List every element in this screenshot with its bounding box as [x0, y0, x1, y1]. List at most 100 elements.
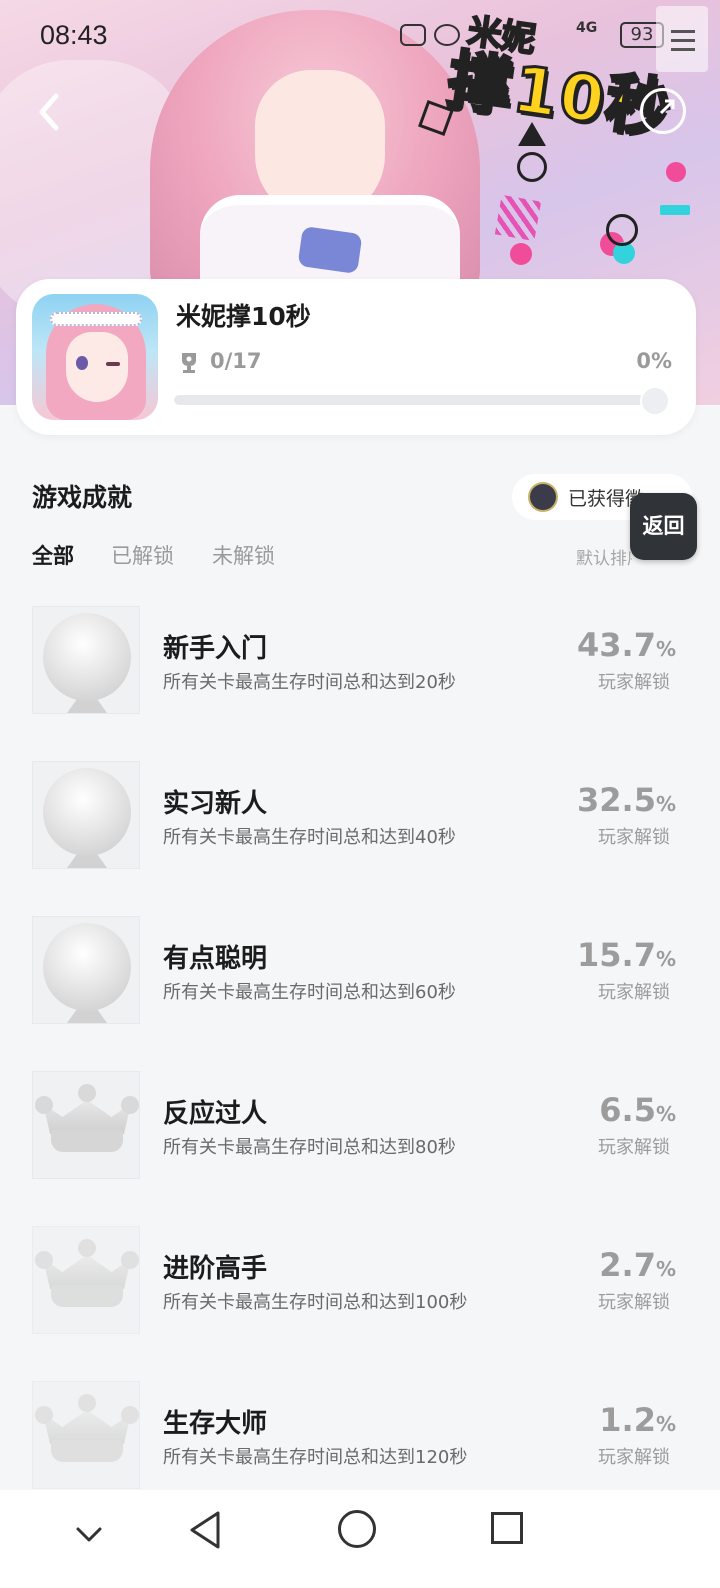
status-icons: 4G [400, 20, 650, 50]
decor-dot [666, 162, 686, 182]
achievement-percent: 1.2% [599, 1401, 676, 1439]
tab-all[interactable]: 全部 [32, 540, 74, 570]
avatar [528, 482, 558, 512]
achievement-percent: 2.7% [599, 1246, 676, 1284]
decor-ring [606, 214, 638, 246]
network-label: 4G [576, 20, 598, 36]
status-bar: 08:43 4G 93 [0, 0, 720, 70]
percent-unit: % [655, 947, 676, 971]
game-info-card: 米妮撑10秒 0/17 0% [16, 279, 696, 435]
tab-unlocked[interactable]: 已解锁 [111, 540, 174, 570]
chevron-left-icon[interactable] [34, 92, 64, 132]
achievement-percent: 15.7% [577, 936, 676, 974]
crown-body [43, 1255, 131, 1289]
achievement-title: 反应过人 [163, 1099, 268, 1129]
achievement-title: 进阶高手 [163, 1254, 268, 1284]
percent-unit: % [655, 792, 676, 816]
crown-ball [121, 1406, 139, 1424]
percent-value: 6.5 [599, 1091, 656, 1129]
crown-base [51, 1440, 123, 1462]
percent-value: 1.2 [599, 1401, 656, 1439]
system-nav-bar [0, 1490, 720, 1588]
decor-bar [660, 205, 690, 215]
achievement-desc: 所有关卡最高生存时间总和达到100秒 [163, 1292, 468, 1313]
eye-icon [434, 24, 460, 46]
medal-badge-icon [32, 916, 140, 1024]
trophy-count: 0/17 [210, 349, 262, 373]
percent-value: 2.7 [599, 1246, 656, 1284]
game-icon-eye [76, 356, 88, 370]
achievement-sub: 玩家解锁 [598, 982, 670, 1003]
achievement-title: 新手入门 [163, 634, 268, 664]
achievement-desc: 所有关卡最高生存时间总和达到120秒 [163, 1447, 468, 1468]
menu-icon-bar [671, 39, 695, 42]
game-icon-headband [50, 312, 142, 326]
link-icon [400, 24, 426, 46]
crown-ball [78, 1394, 96, 1412]
medal-disc [43, 613, 131, 701]
crown-ball [35, 1406, 53, 1424]
crown-ball [121, 1096, 139, 1114]
percent-value: 43.7 [577, 626, 656, 664]
trophy-icon [182, 353, 196, 373]
circle-home-icon[interactable] [338, 1510, 376, 1548]
crown-badge-icon [32, 1071, 140, 1179]
crown-base [51, 1130, 123, 1152]
achievement-desc: 所有关卡最高生存时间总和达到80秒 [163, 1137, 456, 1158]
banner-character-bow [297, 226, 363, 274]
crown-ball [35, 1251, 53, 1269]
floating-return-button[interactable]: 返回 [630, 493, 697, 560]
decor-stripes [494, 194, 542, 242]
crown-ball [78, 1084, 96, 1102]
achievement-sub: 玩家解锁 [598, 827, 670, 848]
list-item[interactable]: 生存大师 所有关卡最高生存时间总和达到120秒 1.2% 玩家解锁 [0, 1381, 720, 1491]
percent-unit: % [655, 1412, 676, 1436]
achievement-percent: 43.7% [577, 626, 676, 664]
list-item[interactable]: 有点聪明 所有关卡最高生存时间总和达到60秒 15.7% 玩家解锁 [0, 916, 720, 1026]
list-item[interactable]: 新手入门 所有关卡最高生存时间总和达到20秒 43.7% 玩家解锁 [0, 606, 720, 716]
crown-body [43, 1410, 131, 1444]
medal-disc [43, 768, 131, 856]
crown-base [51, 1285, 123, 1307]
achievement-desc: 所有关卡最高生存时间总和达到20秒 [163, 672, 456, 693]
achievement-sub: 玩家解锁 [598, 1447, 670, 1468]
percent-value: 32.5 [577, 781, 656, 819]
medal-badge-icon [32, 761, 140, 869]
game-name: 米妮撑10秒 [176, 302, 311, 331]
achievement-sub: 玩家解锁 [598, 672, 670, 693]
progress-knob [640, 386, 670, 416]
share-button[interactable] [640, 88, 686, 134]
game-icon-wink [106, 362, 120, 366]
list-item[interactable]: 实习新人 所有关卡最高生存时间总和达到40秒 32.5% 玩家解锁 [0, 761, 720, 871]
tab-locked[interactable]: 未解锁 [212, 540, 275, 570]
crown-body [43, 1100, 131, 1134]
percent-unit: % [655, 1257, 676, 1281]
achievement-percent: 6.5% [599, 1091, 676, 1129]
menu-button[interactable] [656, 6, 708, 72]
share-icon [659, 99, 675, 115]
decor-dot [510, 243, 532, 265]
achievement-sub: 玩家解锁 [598, 1137, 670, 1158]
achievement-percent: 32.5% [577, 781, 676, 819]
menu-icon-bar [671, 48, 695, 51]
crown-badge-icon [32, 1226, 140, 1334]
medal-badge-icon [32, 606, 140, 714]
achievement-sub: 玩家解锁 [598, 1292, 670, 1313]
percent-value: 15.7 [577, 936, 656, 974]
progress-percent: 0% [636, 349, 672, 373]
status-time: 08:43 [40, 20, 108, 50]
list-item[interactable]: 进阶高手 所有关卡最高生存时间总和达到100秒 2.7% 玩家解锁 [0, 1226, 720, 1336]
achievement-desc: 所有关卡最高生存时间总和达到40秒 [163, 827, 456, 848]
square-recent-icon[interactable] [491, 1512, 523, 1544]
achievement-title: 有点聪明 [163, 944, 268, 974]
triangle-back-icon[interactable] [188, 1510, 224, 1550]
section-title: 游戏成就 [32, 483, 133, 512]
sort-dropdown[interactable]: 默认排序 [576, 544, 632, 569]
percent-unit: % [655, 637, 676, 661]
list-item[interactable]: 反应过人 所有关卡最高生存时间总和达到80秒 6.5% 玩家解锁 [0, 1071, 720, 1181]
game-icon[interactable] [32, 294, 158, 420]
chevron-down-icon[interactable] [75, 1520, 103, 1548]
crown-ball [78, 1239, 96, 1257]
achievement-progress-bar [174, 386, 670, 416]
menu-icon [671, 30, 695, 33]
